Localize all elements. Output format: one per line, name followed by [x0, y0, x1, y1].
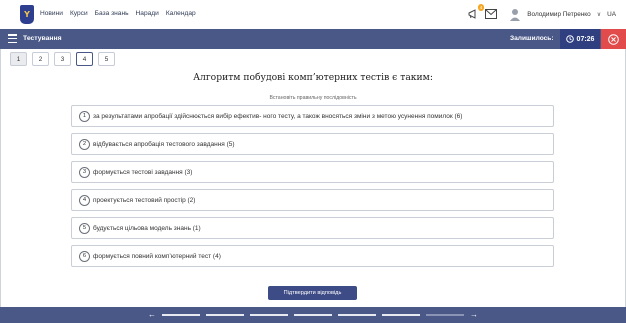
arrow-right-icon[interactable]: → — [470, 310, 478, 320]
avatar[interactable] — [509, 7, 521, 21]
progress-segment — [162, 314, 200, 316]
user-icon — [510, 8, 521, 21]
remaining-label: Залишилось: — [510, 35, 554, 42]
timer-value: 07:26 — [576, 35, 595, 43]
answer-list: 1 за результатами апробації здійснюється… — [71, 105, 554, 273]
question-tab-3[interactable]: 3 — [54, 52, 71, 66]
question-tab-5[interactable]: 5 — [98, 52, 115, 66]
question-text: Алгоритм побудові комп’ютерних тестів є … — [193, 72, 433, 83]
progress-segment — [206, 314, 244, 316]
answer-item[interactable]: 3 формується тестові завдання (3) — [71, 161, 554, 183]
notifications-button[interactable]: 4 — [467, 4, 485, 20]
nav-links: Новини Курси База знань Наради Календар — [40, 10, 196, 17]
answer-number: 6 — [79, 250, 90, 262]
notification-badge: 4 — [477, 4, 485, 11]
answer-number: 3 — [79, 166, 90, 178]
nav-right: 4 Володимир Петренко ∨ UA — [467, 4, 616, 21]
answer-item[interactable]: 5 будується цільова модель знань (1) — [71, 217, 554, 239]
nav-link-news[interactable]: Новини — [40, 10, 63, 17]
progress-segment — [382, 314, 420, 316]
page-title: Тестування — [23, 35, 62, 42]
arrow-left-icon[interactable]: ← — [148, 310, 156, 320]
answer-number: 2 — [79, 138, 90, 150]
logo[interactable]: Y — [20, 5, 34, 24]
nav-link-calendar[interactable]: Календар — [166, 10, 196, 17]
progress-segment — [294, 314, 332, 316]
answer-text: будується цільова модель знань (1) — [93, 224, 201, 232]
answer-item[interactable]: 6 формується повний комп’ютерний тест (4… — [71, 245, 554, 267]
progress-segment — [338, 314, 376, 316]
answer-text: за результатами апробації здійснюється в… — [93, 112, 463, 120]
answer-text: відбувається апробація тестового завданн… — [93, 140, 235, 148]
user-name[interactable]: Володимир Петренко — [527, 11, 590, 18]
close-icon — [608, 33, 619, 45]
answer-item[interactable]: 2 відбувається апробація тестового завда… — [71, 133, 554, 155]
nav-link-meetings[interactable]: Наради — [136, 10, 159, 17]
clock-icon — [565, 35, 574, 43]
answer-item[interactable]: 1 за результатами апробації здійснюється… — [71, 105, 554, 127]
language-switch[interactable]: UA — [607, 11, 616, 18]
timer: 07:26 — [560, 29, 600, 49]
answer-item[interactable]: 4 проектується тестовий простір (2) — [71, 189, 554, 211]
test-header-bar: Тестування Залишилось: 07:26 — [0, 29, 626, 49]
question-tab-1[interactable]: 1 — [10, 52, 27, 66]
answer-text: формується повний комп’ютерний тест (4) — [93, 252, 221, 260]
answer-text: формується тестові завдання (3) — [93, 168, 193, 176]
nav-link-knowledge-base[interactable]: База знань — [95, 10, 129, 17]
chevron-down-icon[interactable]: ∨ — [597, 11, 601, 18]
top-nav: Y Новини Курси База знань Наради Календа… — [0, 0, 626, 30]
messages-button[interactable] — [485, 9, 498, 19]
envelope-icon — [485, 9, 498, 19]
footer-nav: ← → — [0, 307, 626, 323]
answer-number: 5 — [79, 222, 90, 234]
answer-number: 1 — [79, 110, 90, 122]
menu-icon[interactable] — [8, 34, 17, 43]
megaphone-icon — [468, 9, 476, 19]
confirm-answer-button[interactable]: Підтвердити відповідь — [268, 286, 357, 300]
progress-segment — [250, 314, 288, 316]
question-tab-2[interactable]: 2 — [32, 52, 49, 66]
question-tabs: 1 2 3 4 5 — [10, 52, 115, 66]
question-hint: Встановіть правильну послідовність — [269, 95, 357, 101]
close-test-button[interactable] — [601, 29, 626, 49]
progress-segment — [426, 314, 464, 316]
nav-link-courses[interactable]: Курси — [70, 10, 88, 17]
question-tab-4[interactable]: 4 — [76, 52, 93, 66]
answer-text: проектується тестовий простір (2) — [93, 196, 196, 204]
answer-number: 4 — [79, 194, 90, 206]
